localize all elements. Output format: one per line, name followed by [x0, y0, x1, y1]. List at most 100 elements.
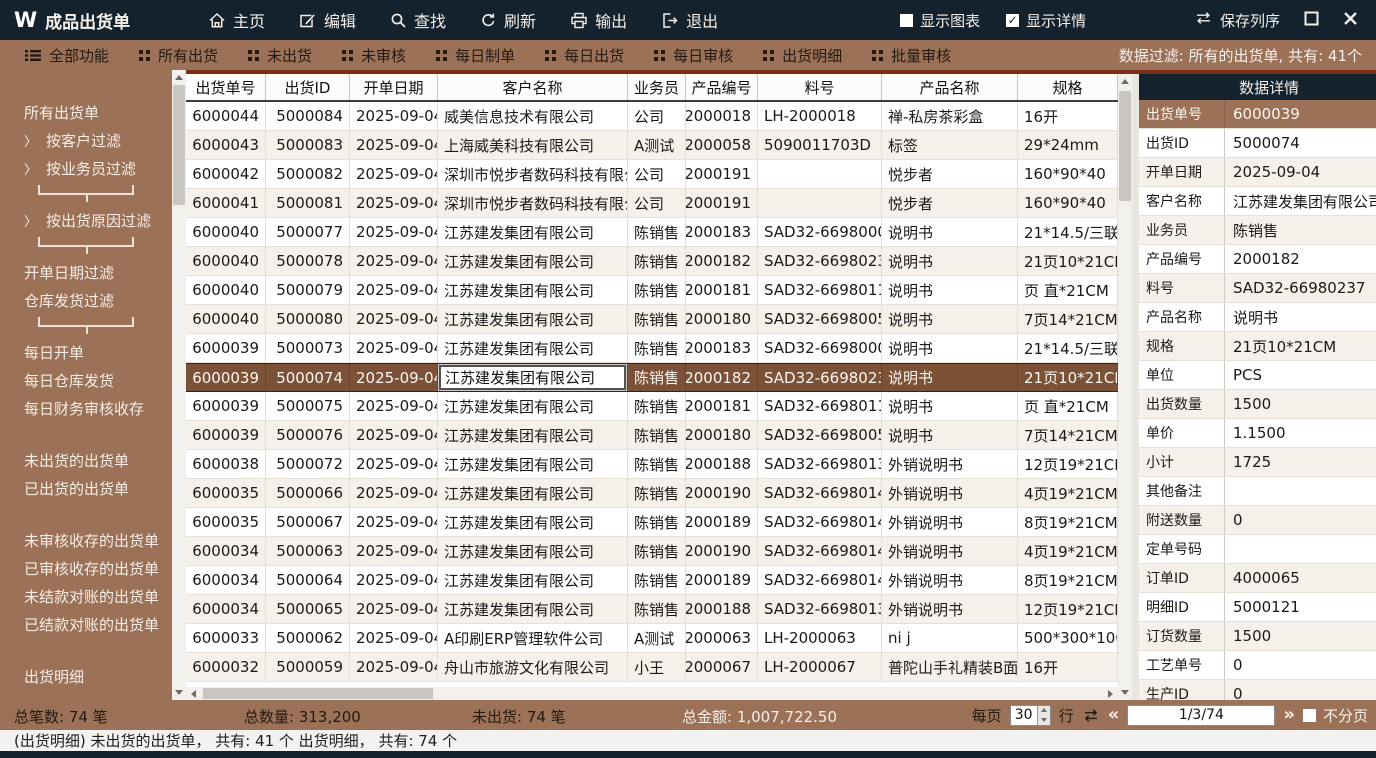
table-cell[interactable]: 江苏建发集团有限公司	[438, 479, 628, 507]
table-cell[interactable]: 2025-09-04	[350, 537, 438, 565]
detail-field-row[interactable]: 产品名称说明书	[1139, 303, 1376, 332]
detail-field-row[interactable]: 业务员陈销售	[1139, 216, 1376, 245]
table-cell[interactable]: 6000044	[186, 102, 266, 130]
table-cell[interactable]: SAD32-66980008	[758, 334, 882, 362]
table-cell[interactable]: 6000034	[186, 566, 266, 594]
no-paging-toggle[interactable]: 不分页	[1303, 705, 1368, 726]
table-cell[interactable]: 江苏建发集团有限公司	[438, 334, 628, 362]
table-cell[interactable]: 江苏建发集团有限公司	[438, 595, 628, 623]
no-paging-checkbox[interactable]	[1303, 709, 1316, 722]
table-cell[interactable]: 陈销售	[628, 537, 686, 565]
table-cell[interactable]: 29*24mm	[1018, 131, 1118, 159]
table-cell[interactable]: 8页19*21CM	[1018, 566, 1118, 594]
table-cell[interactable]: 江苏建发集团有限公司	[438, 508, 628, 536]
table-cell[interactable]: 陈销售	[628, 276, 686, 304]
table-cell[interactable]: 舟山市旅游文化有限公司	[438, 653, 628, 681]
table-cell[interactable]: 6000039	[186, 364, 266, 391]
menu-output-button[interactable]: 输出	[558, 2, 639, 38]
table-cell[interactable]: A测试	[628, 131, 686, 159]
table-vertical-scrollbar[interactable]	[1118, 74, 1132, 700]
sidebar-item[interactable]: 已结款对账的出货单	[0, 610, 172, 638]
table-cell[interactable]: 威美信息技术有限公司	[438, 102, 628, 130]
scroll-up-arrow[interactable]	[172, 70, 186, 85]
scroll-right-arrow[interactable]	[1103, 687, 1118, 700]
table-cell[interactable]: 页 直*21CM	[1018, 276, 1118, 304]
detail-field-row[interactable]: 单位PCS	[1139, 361, 1376, 390]
table-cell[interactable]: 2000181	[686, 392, 758, 420]
table-cell[interactable]: 2000018	[686, 102, 758, 130]
column-header[interactable]: 料号	[758, 74, 882, 100]
table-cell[interactable]: 2000189	[686, 566, 758, 594]
table-cell[interactable]: 外销说明书	[882, 537, 1018, 565]
table-cell[interactable]: 16开	[1018, 653, 1118, 681]
table-cell[interactable]: 6000039	[186, 334, 266, 362]
table-cell[interactable]: 6000042	[186, 160, 266, 188]
table-cell[interactable]: 江苏建发集团有限公司	[438, 566, 628, 594]
table-cell[interactable]: 陈销售	[628, 566, 686, 594]
table-cell[interactable]: LH-2000018	[758, 102, 882, 130]
cell-editor-input[interactable]: 江苏建发集团有限公司	[439, 365, 626, 390]
table-cell[interactable]: SAD32-66980237	[758, 364, 882, 391]
table-cell[interactable]: SAD32-66980145	[758, 566, 882, 594]
table-cell[interactable]: 江苏建发集团有限公司	[438, 247, 628, 275]
table-cell[interactable]: 2000190	[686, 537, 758, 565]
table-cell[interactable]: SAD32-66980008	[758, 218, 882, 246]
table-row[interactable]: 600003850000722025-09-04江苏建发集团有限公司陈销售200…	[186, 450, 1118, 479]
scrollbar-thumb[interactable]	[173, 85, 185, 205]
table-cell[interactable]: 2025-09-04	[350, 653, 438, 681]
table-cell[interactable]: 2025-09-04	[350, 421, 438, 449]
table-cell[interactable]: SAD32-66980119	[758, 392, 882, 420]
sidebar-item[interactable]: 开单日期过滤	[0, 258, 172, 286]
detail-field-row[interactable]: 出货单号6000039	[1139, 100, 1376, 129]
table-cell[interactable]: SAD32-66980054	[758, 305, 882, 333]
table-cell[interactable]: ni j	[882, 624, 1018, 652]
table-cell[interactable]: 2025-09-04	[350, 595, 438, 623]
table-cell[interactable]: 陈销售	[628, 421, 686, 449]
table-cell[interactable]: 6000039	[186, 392, 266, 420]
column-header[interactable]: 出货ID	[266, 74, 350, 100]
table-cell[interactable]: 2000189	[686, 508, 758, 536]
table-cell[interactable]: 说明书	[882, 218, 1018, 246]
table-cell[interactable]: 6000040	[186, 305, 266, 333]
table-cell[interactable]: 2000188	[686, 595, 758, 623]
column-header[interactable]: 客户名称	[438, 74, 628, 100]
table-cell[interactable]: 12页19*21CM	[1018, 450, 1118, 478]
table-cell[interactable]: 6000035	[186, 479, 266, 507]
tab-ship-detail[interactable]: 出货明细	[750, 40, 855, 71]
table-cell[interactable]: 江苏建发集团有限公司	[438, 392, 628, 420]
table-cell[interactable]: 说明书	[882, 364, 1018, 391]
table-cell[interactable]: 外销说明书	[882, 479, 1018, 507]
table-cell[interactable]: 外销说明书	[882, 595, 1018, 623]
table-cell[interactable]: 5000077	[266, 218, 350, 246]
table-cell[interactable]: 2025-09-04	[350, 131, 438, 159]
table-cell[interactable]: 6000034	[186, 595, 266, 623]
table-cell[interactable]: 江苏建发集团有限公司	[438, 364, 628, 391]
scroll-up-arrow[interactable]	[1118, 74, 1132, 89]
stepper-down-button[interactable]	[1038, 715, 1050, 725]
table-cell[interactable]: 页 直*21CM	[1018, 392, 1118, 420]
table-cell[interactable]: 21*14.5/三联	[1018, 334, 1118, 362]
table-cell[interactable]: 说明书	[882, 305, 1018, 333]
sidebar-item[interactable]: 未结款对账的出货单	[0, 582, 172, 610]
table-cell[interactable]: 江苏建发集团有限公司	[438, 276, 628, 304]
table-cell[interactable]: 上海威美科技有限公司	[438, 131, 628, 159]
table-cell[interactable]: A测试	[628, 624, 686, 652]
table-row[interactable]: 600004250000822025-09-04深圳市悦步者数码科技有限公司公司…	[186, 160, 1118, 189]
table-cell[interactable]: A印刷ERP管理软件公司	[438, 624, 628, 652]
table-cell[interactable]: 4页19*21CM	[1018, 537, 1118, 565]
table-cell[interactable]: 公司	[628, 160, 686, 188]
table-cell[interactable]: 陈销售	[628, 334, 686, 362]
sidebar-item[interactable]: 未审核收存的出货单	[0, 526, 172, 554]
detail-field-row[interactable]: 料号SAD32-66980237	[1139, 274, 1376, 303]
sidebar-item[interactable]: 未出货的出货单	[0, 446, 172, 474]
sidebar-item[interactable]: 每日财务审核收存	[0, 394, 172, 422]
table-cell[interactable]: 16开	[1018, 102, 1118, 130]
table-cell[interactable]: 2025-09-04	[350, 334, 438, 362]
table-cell[interactable]: 6000033	[186, 624, 266, 652]
table-cell[interactable]: 2025-09-04	[350, 508, 438, 536]
scroll-down-arrow[interactable]	[172, 685, 186, 700]
table-cell[interactable]: SAD32-66980119	[758, 276, 882, 304]
menu-exit-button[interactable]: 退出	[649, 2, 730, 38]
scrollbar-thumb[interactable]	[203, 688, 433, 699]
table-cell[interactable]: 12页19*21CM	[1018, 595, 1118, 623]
